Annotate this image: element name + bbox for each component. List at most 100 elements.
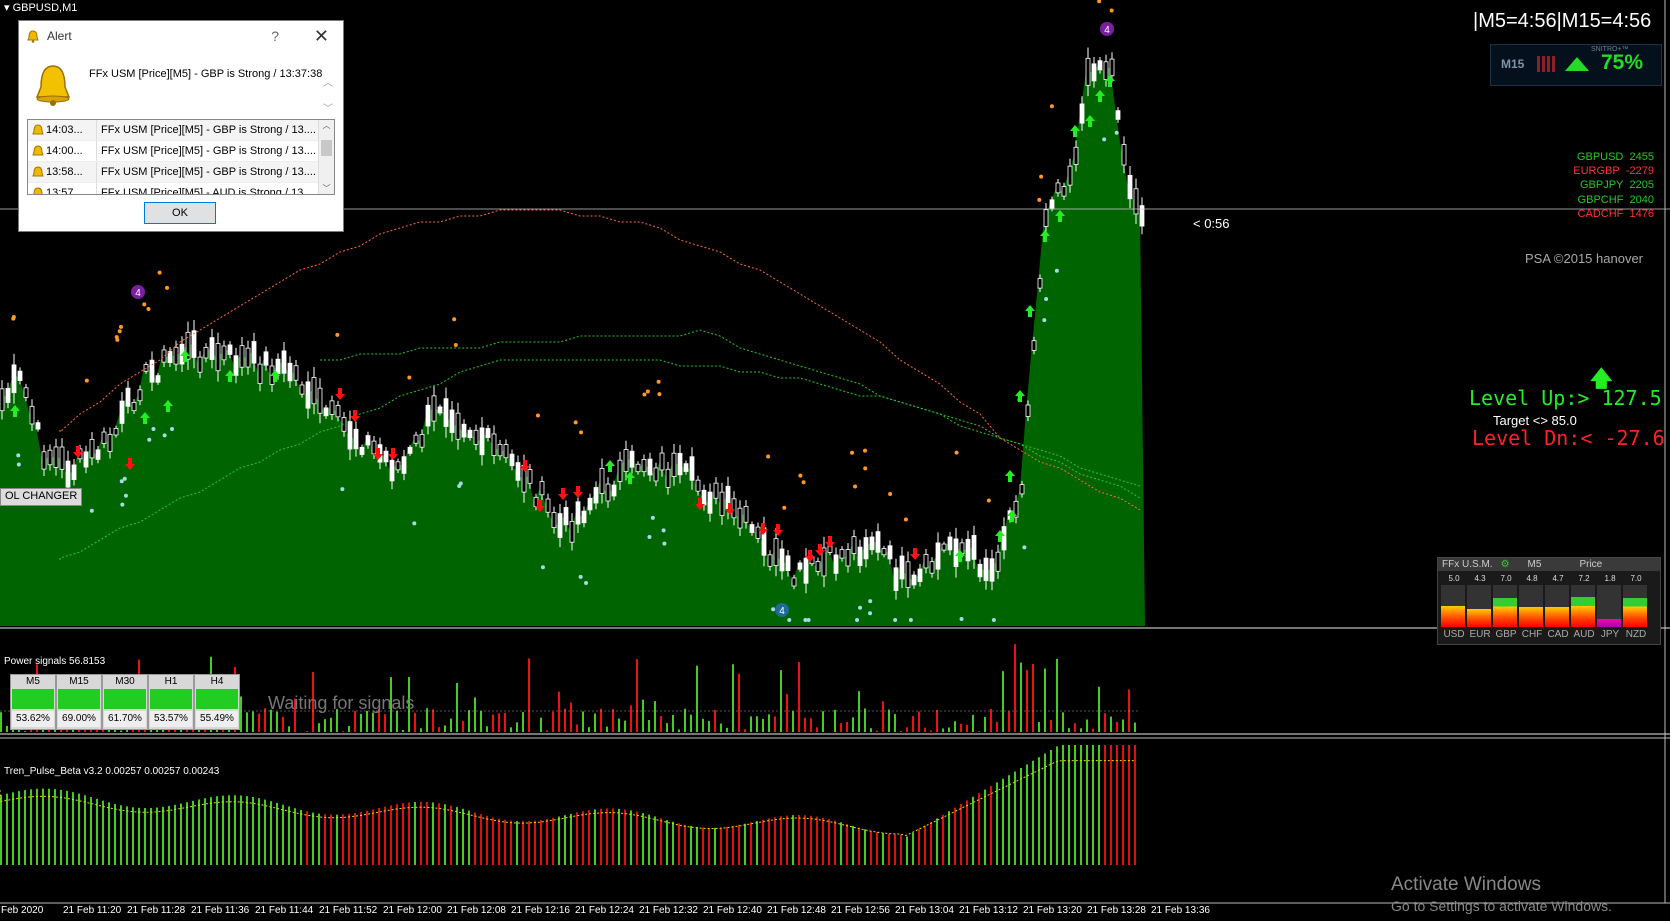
signal-dot — [782, 505, 787, 510]
power-bar — [348, 726, 350, 732]
signal-percent: 53.57% — [150, 711, 192, 727]
waiting-text: Waiting for signals — [268, 693, 415, 713]
pulse-bar — [330, 814, 332, 865]
candle-body — [635, 463, 641, 473]
message-scroll[interactable]: ︿ ﹀ — [323, 71, 333, 123]
signal-dot — [165, 285, 170, 290]
signal-dot — [151, 427, 156, 432]
power-bar — [48, 729, 50, 732]
alert-history-row[interactable]: 13:57... FFx USM [Price][M5] - AUD is Str… — [28, 183, 334, 194]
pulse-bar — [366, 810, 368, 865]
tool-changer-button[interactable]: OL CHANGER — [0, 488, 83, 506]
signal-dot — [893, 618, 898, 622]
alert-dialog[interactable]: Alert ? ✕ FFx USM [Price][M5] - GBP is S… — [18, 20, 344, 232]
candle-body — [1079, 103, 1085, 124]
alert-history-row[interactable]: 13:58... FFx USM [Price][M5] - GBP is Str… — [28, 162, 334, 183]
pulse-bar — [396, 804, 398, 865]
level-marker-label: 4 — [135, 288, 141, 299]
power-bar — [858, 691, 860, 732]
alert-history-list[interactable]: 14:03... FFx USM [Price][M5] - GBP is Str… — [27, 119, 335, 195]
candle-body — [1025, 404, 1031, 417]
alert-titlebar[interactable]: Alert ? ✕ — [19, 21, 343, 51]
candle-body — [947, 536, 953, 551]
power-bar — [876, 730, 878, 732]
pair-strength-row: GBPCHF 2040 — [1480, 193, 1654, 207]
power-bar — [420, 728, 422, 732]
signal-dot — [335, 332, 340, 337]
candle-body — [527, 469, 533, 484]
power-bar — [522, 712, 524, 732]
signal-dot — [16, 453, 21, 458]
pulse-bar — [558, 816, 560, 865]
candle-body — [845, 549, 851, 567]
pulse-bar — [984, 789, 986, 865]
pulse-bar — [714, 827, 716, 865]
pulse-bar — [744, 823, 746, 865]
pulse-bar — [990, 786, 992, 865]
signal-percent: 69.00% — [58, 711, 100, 727]
power-bar — [468, 710, 470, 732]
signal-dot — [766, 454, 771, 459]
power-bar — [1008, 711, 1010, 732]
power-bar — [444, 725, 446, 732]
alert-history-row[interactable]: 14:03... FFx USM [Price][M5] - GBP is Str… — [28, 120, 334, 141]
power-bar — [342, 731, 344, 732]
candle-body — [647, 458, 653, 476]
ffx-mode[interactable]: Price — [1575, 559, 1606, 570]
close-button[interactable]: ✕ — [314, 21, 329, 51]
gear-icon[interactable]: ⚙ — [1497, 559, 1514, 570]
power-bar — [366, 710, 368, 732]
power-bar — [1026, 670, 1028, 732]
power-bar — [360, 713, 362, 732]
candle-body — [113, 427, 119, 436]
scrollbar-thumb[interactable] — [321, 140, 332, 156]
pulse-bar — [66, 790, 68, 865]
pulse-bar — [1104, 745, 1106, 865]
pulse-bar — [1122, 745, 1124, 865]
power-bar — [438, 727, 440, 732]
power-bar — [324, 719, 326, 732]
list-scrollbar[interactable]: ︿ ﹀ — [318, 120, 334, 194]
candle-body — [359, 446, 365, 455]
power-bar — [588, 727, 590, 732]
alert-history-row[interactable]: 14:00... FFx USM [Price][M5] - GBP is Str… — [28, 141, 334, 162]
pulse-bar — [1026, 764, 1028, 865]
power-bar — [1134, 722, 1136, 732]
power-bar — [510, 727, 512, 732]
candle-body — [479, 427, 485, 456]
pulse-bar — [840, 822, 842, 865]
power-bar — [582, 711, 584, 732]
pulse-bar — [270, 801, 272, 865]
pulse-bar — [222, 795, 224, 865]
signal-dot — [11, 315, 16, 320]
signal-dot — [84, 378, 89, 383]
candle-body — [329, 400, 335, 415]
pulse-bar — [174, 804, 176, 865]
time-tick: 21 Feb 13:12 — [959, 905, 1018, 916]
candle-body — [641, 459, 647, 473]
signal-box-m30: M30 61.70% — [102, 674, 148, 730]
sell-arrow-icon — [773, 524, 783, 536]
pulse-bar — [978, 793, 980, 865]
power-bar — [402, 729, 404, 732]
pair-strength-row: CADCHF 1476 — [1480, 207, 1654, 221]
candle-body — [101, 431, 107, 444]
candle-body — [119, 400, 125, 424]
power-bar — [456, 682, 458, 732]
ffx-timeframe[interactable]: M5 — [1524, 559, 1546, 570]
candle-body — [473, 429, 479, 445]
power-bar — [1098, 686, 1100, 732]
power-bar — [1074, 723, 1076, 732]
candle-body — [989, 558, 995, 582]
pulse-bar — [846, 824, 848, 865]
power-bar — [318, 723, 320, 732]
candle-body — [569, 520, 575, 543]
signal-box-m5: M5 53.62% — [10, 674, 56, 730]
candle-body — [1127, 174, 1133, 200]
signal-dot — [584, 581, 589, 586]
pulse-bar — [360, 811, 362, 865]
help-button[interactable]: ? — [271, 21, 279, 51]
ok-button[interactable]: OK — [144, 202, 216, 224]
power-bar — [972, 714, 974, 732]
candle-body — [539, 481, 545, 496]
